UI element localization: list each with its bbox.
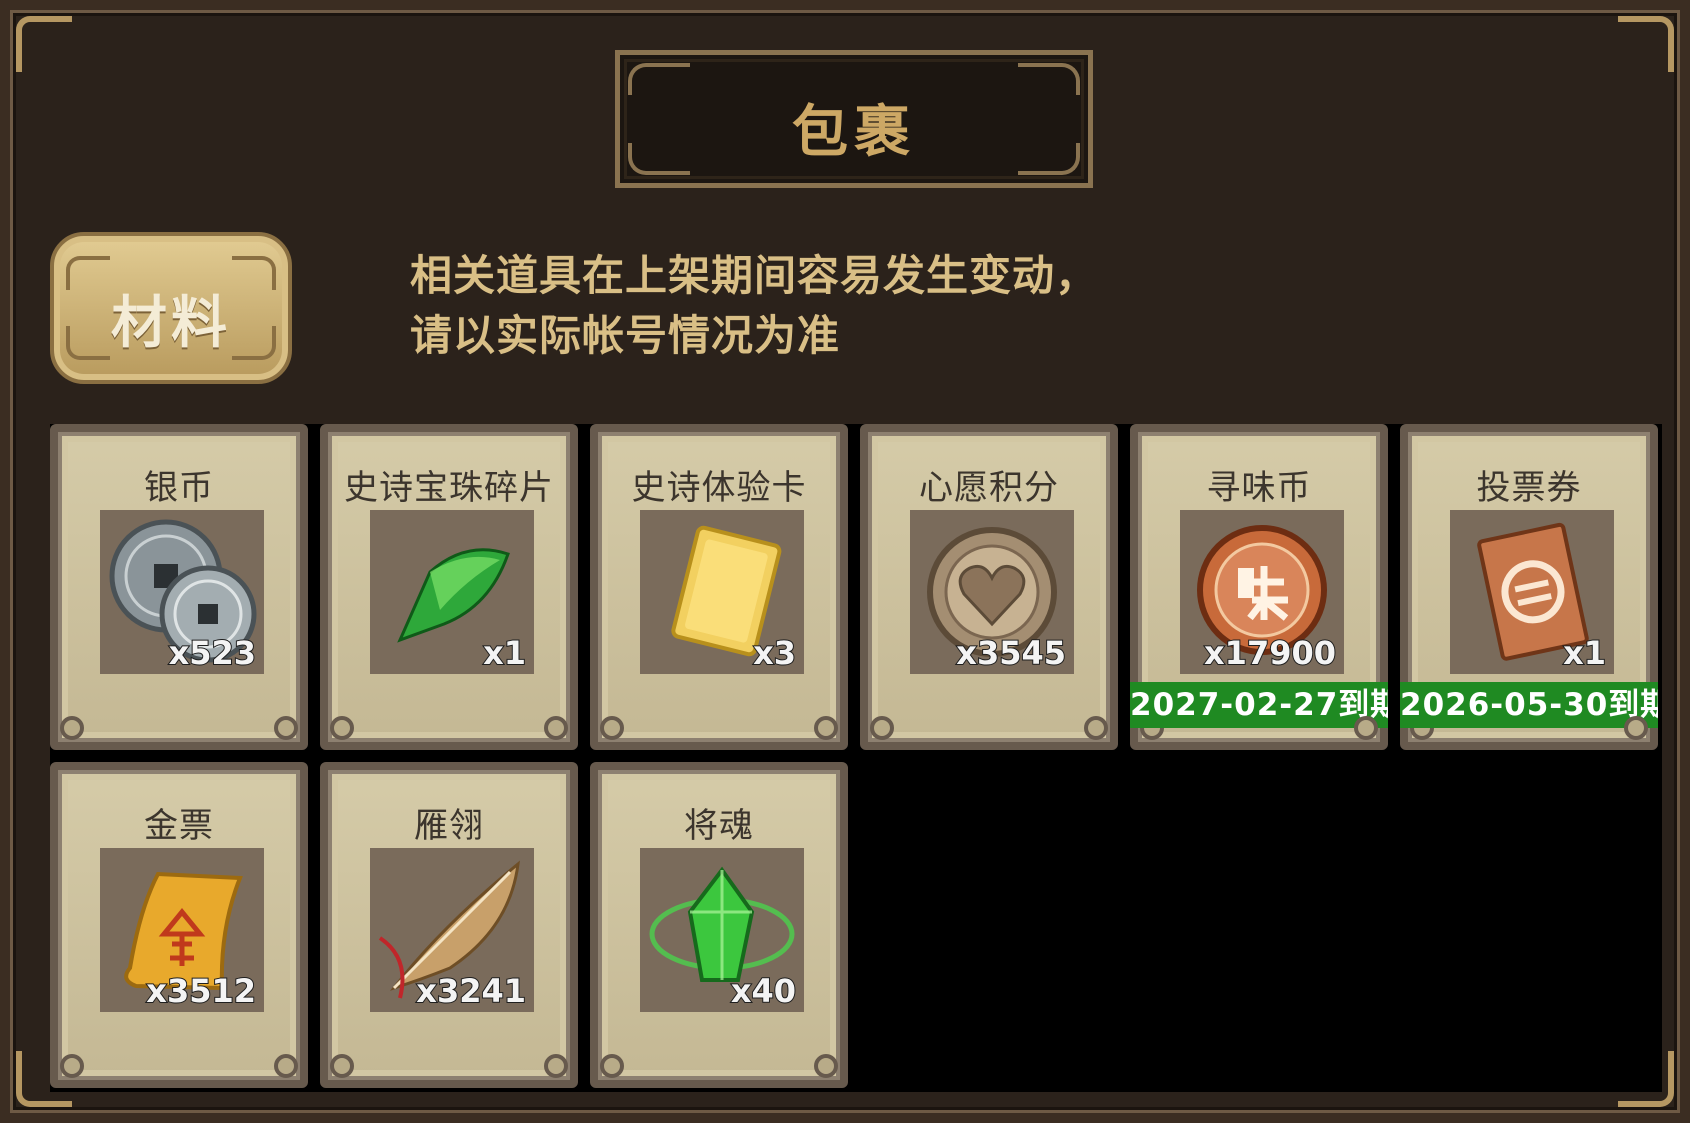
- item-card-flavor-coin[interactable]: 寻味币 x17900 2027-02-27到期: [1130, 424, 1388, 750]
- item-card-epic-trial-card[interactable]: 史诗体验卡 x3: [590, 424, 848, 750]
- expiry-banner: 2027-02-27到期: [1130, 682, 1388, 728]
- item-slot: x17900: [1180, 510, 1344, 674]
- item-card-epic-orb-fragment[interactable]: 史诗宝珠碎片 x1: [320, 424, 578, 750]
- item-slot: x3545: [910, 510, 1074, 674]
- item-name: 寻味币: [1206, 468, 1312, 508]
- tab-label: 材料: [111, 291, 231, 356]
- item-name: 金票: [144, 806, 214, 846]
- page-title: 包裹: [792, 100, 916, 165]
- item-count: x523: [168, 633, 257, 673]
- item-count: x3512: [145, 971, 257, 1011]
- corner-ornament: [16, 16, 72, 72]
- item-count: x3545: [955, 633, 1067, 673]
- inventory-grid: 银币 x523 史诗宝珠碎片 x1 史诗体验卡 x3 心愿积分 x3545 寻味…: [50, 424, 1662, 1092]
- item-count: x1: [1562, 633, 1607, 673]
- item-count: x3: [752, 633, 797, 673]
- item-card-goose-feather[interactable]: 雁翎 x3241: [320, 762, 578, 1088]
- item-slot: x40: [640, 848, 804, 1012]
- item-name: 雁翎: [414, 806, 484, 846]
- item-name: 史诗体验卡: [631, 468, 807, 508]
- expiry-banner: 2026-05-30到期: [1400, 682, 1658, 728]
- item-count: x17900: [1203, 633, 1337, 673]
- item-name: 史诗宝珠碎片: [344, 468, 554, 508]
- notice-line-1: 相关道具在上架期间容易发生变动，: [410, 251, 1099, 300]
- item-slot: x1: [1450, 510, 1614, 674]
- item-card-general-soul[interactable]: 将魂 x40: [590, 762, 848, 1088]
- item-count: x1: [482, 633, 527, 673]
- window-frame: 包裹 材料 相关道具在上架期间容易发生变动， 请以实际帐号情况为准 银币 x52…: [0, 0, 1690, 1123]
- notice-line-2: 请以实际帐号情况为准: [410, 311, 841, 360]
- item-name: 将魂: [684, 806, 754, 846]
- notice-text: 相关道具在上架期间容易发生变动， 请以实际帐号情况为准: [410, 246, 1230, 366]
- item-card-silver-coin[interactable]: 银币 x523: [50, 424, 308, 750]
- item-name: 银币: [144, 468, 214, 508]
- item-card-gold-ticket[interactable]: 金票 x3512: [50, 762, 308, 1088]
- item-name: 投票券: [1476, 468, 1582, 508]
- item-slot: x1: [370, 510, 534, 674]
- item-count: x3241: [415, 971, 527, 1011]
- item-card-wish-points[interactable]: 心愿积分 x3545: [860, 424, 1118, 750]
- item-count: x40: [730, 971, 797, 1011]
- item-card-vote-ticket[interactable]: 投票券 x1 2026-05-30到期: [1400, 424, 1658, 750]
- item-slot: x523: [100, 510, 264, 674]
- corner-ornament: [1618, 16, 1674, 72]
- item-slot: x3241: [370, 848, 534, 1012]
- item-slot: x3: [640, 510, 804, 674]
- title-banner: 包裹: [615, 50, 1093, 188]
- item-name: 心愿积分: [919, 468, 1059, 508]
- tab-materials[interactable]: 材料: [50, 232, 292, 384]
- item-slot: x3512: [100, 848, 264, 1012]
